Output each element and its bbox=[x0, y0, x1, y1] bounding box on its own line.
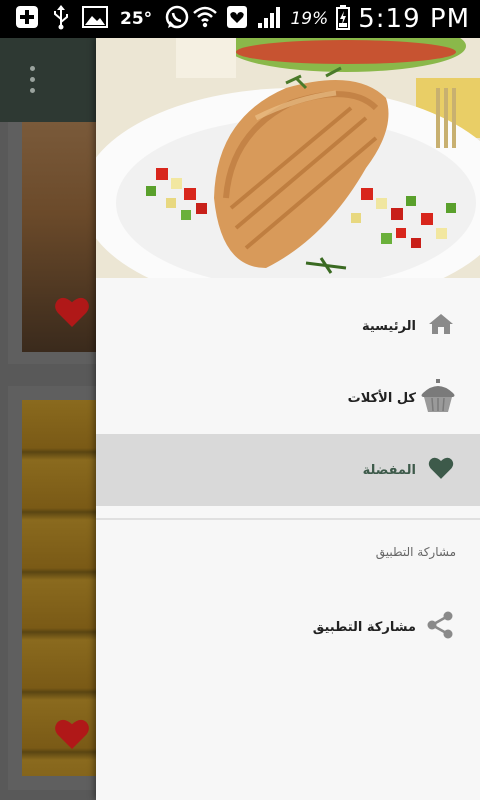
heart-icon[interactable] bbox=[54, 295, 90, 329]
drawer-item-share-app[interactable]: مشاركة التطبيق bbox=[96, 591, 480, 663]
divider bbox=[96, 518, 480, 520]
temperature-text: 25° bbox=[120, 9, 153, 29]
battery-percent-text: 19% bbox=[290, 9, 329, 29]
navigation-drawer: الرئيسية كل الأكلات المفضلة مشاركة التطب… bbox=[96, 38, 480, 800]
drawer-item-label: كل الأكلات bbox=[347, 390, 416, 406]
whatsapp-icon bbox=[164, 4, 190, 34]
drawer-header-image bbox=[96, 38, 480, 278]
drawer-item-all-recipes[interactable]: كل الأكلات bbox=[96, 362, 480, 434]
heart-icon[interactable] bbox=[54, 717, 90, 751]
drawer-item-label: الرئيسية bbox=[361, 318, 416, 334]
usb-icon bbox=[52, 4, 70, 34]
overflow-menu-icon[interactable] bbox=[27, 66, 37, 96]
notification-icon bbox=[226, 5, 248, 33]
recipe-card[interactable] bbox=[8, 386, 108, 790]
share-icon bbox=[426, 611, 454, 643]
cupcake-icon bbox=[420, 379, 456, 417]
recipe-card[interactable] bbox=[8, 122, 108, 364]
drawer-item-favorites[interactable]: المفضلة bbox=[96, 434, 480, 506]
drawer-item-home[interactable]: الرئيسية bbox=[96, 290, 480, 362]
add-icon bbox=[14, 4, 40, 34]
signal-icon bbox=[256, 5, 282, 33]
section-header: مشاركة التطبيق bbox=[375, 545, 456, 559]
clock-text: 5:19 PM bbox=[358, 4, 470, 34]
battery-icon bbox=[336, 4, 351, 34]
image-icon bbox=[82, 6, 108, 32]
drawer-item-label: مشاركة التطبيق bbox=[312, 619, 416, 635]
home-icon bbox=[428, 312, 454, 340]
heart-icon bbox=[428, 456, 454, 484]
drawer-item-label: المفضلة bbox=[362, 462, 416, 478]
status-bar: 25° 19% 5:19 PM bbox=[0, 0, 480, 38]
wifi-icon bbox=[192, 5, 218, 33]
